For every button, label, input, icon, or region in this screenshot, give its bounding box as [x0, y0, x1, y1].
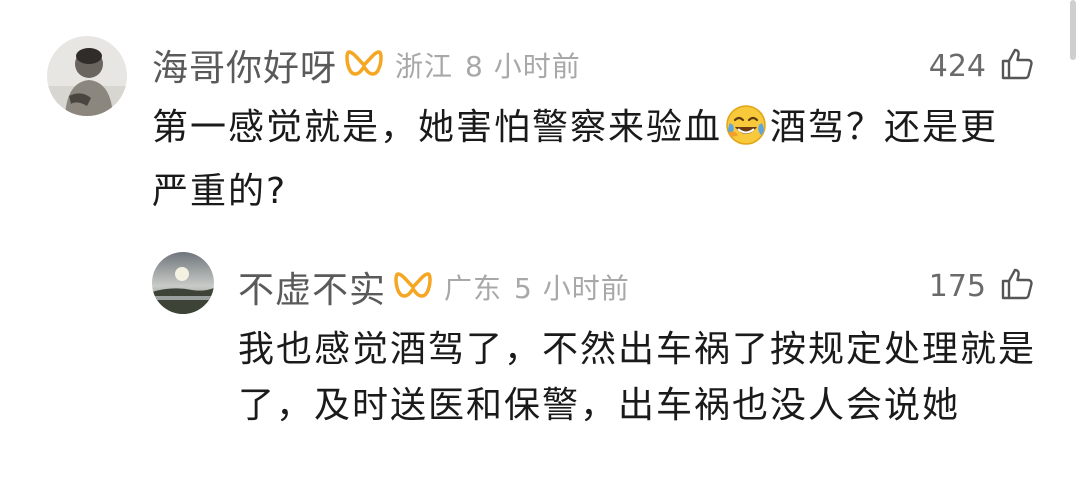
- like-count: 175: [928, 268, 986, 304]
- timestamp: 8 小时前: [465, 50, 581, 83]
- comment-header: 海哥你好呀 浙江 8 小时前: [152, 40, 581, 90]
- thumbs-up-icon[interactable]: [1000, 267, 1034, 305]
- vip-badge-icon: [345, 48, 383, 82]
- avatar[interactable]: [47, 36, 127, 116]
- location: 广东: [444, 272, 503, 305]
- like-count: 424: [928, 48, 986, 84]
- comment-text: 我也感觉酒驾了，不然出车祸了按规定处理就是了，及时送医和保警，出车祸也没人会说她: [238, 329, 1037, 426]
- comment-text: 第一感觉就是，她害怕警察来验血 酒驾？还是更严重的?: [152, 100, 1012, 220]
- location: 浙江: [395, 50, 454, 83]
- timestamp: 5 小时前: [514, 272, 630, 305]
- comment-header: 不虚不实 广东 5 小时前: [238, 262, 630, 312]
- thumbs-up-icon[interactable]: [1000, 47, 1034, 85]
- username[interactable]: 不虚不实: [238, 261, 386, 313]
- scrollbar[interactable]: [1070, 0, 1076, 60]
- comment-text-part: 第一感觉就是，她害怕警察来验血: [152, 107, 723, 148]
- crying-laughing-emoji-icon: [724, 103, 768, 164]
- comment-meta: 广东 5 小时前: [444, 267, 630, 307]
- like-button[interactable]: 175: [929, 264, 1034, 308]
- username[interactable]: 海哥你好呀: [152, 39, 337, 91]
- avatar[interactable]: [152, 252, 214, 314]
- like-button[interactable]: 424: [929, 44, 1034, 88]
- vip-badge-icon: [394, 270, 432, 304]
- comment-meta: 浙江 8 小时前: [395, 45, 581, 85]
